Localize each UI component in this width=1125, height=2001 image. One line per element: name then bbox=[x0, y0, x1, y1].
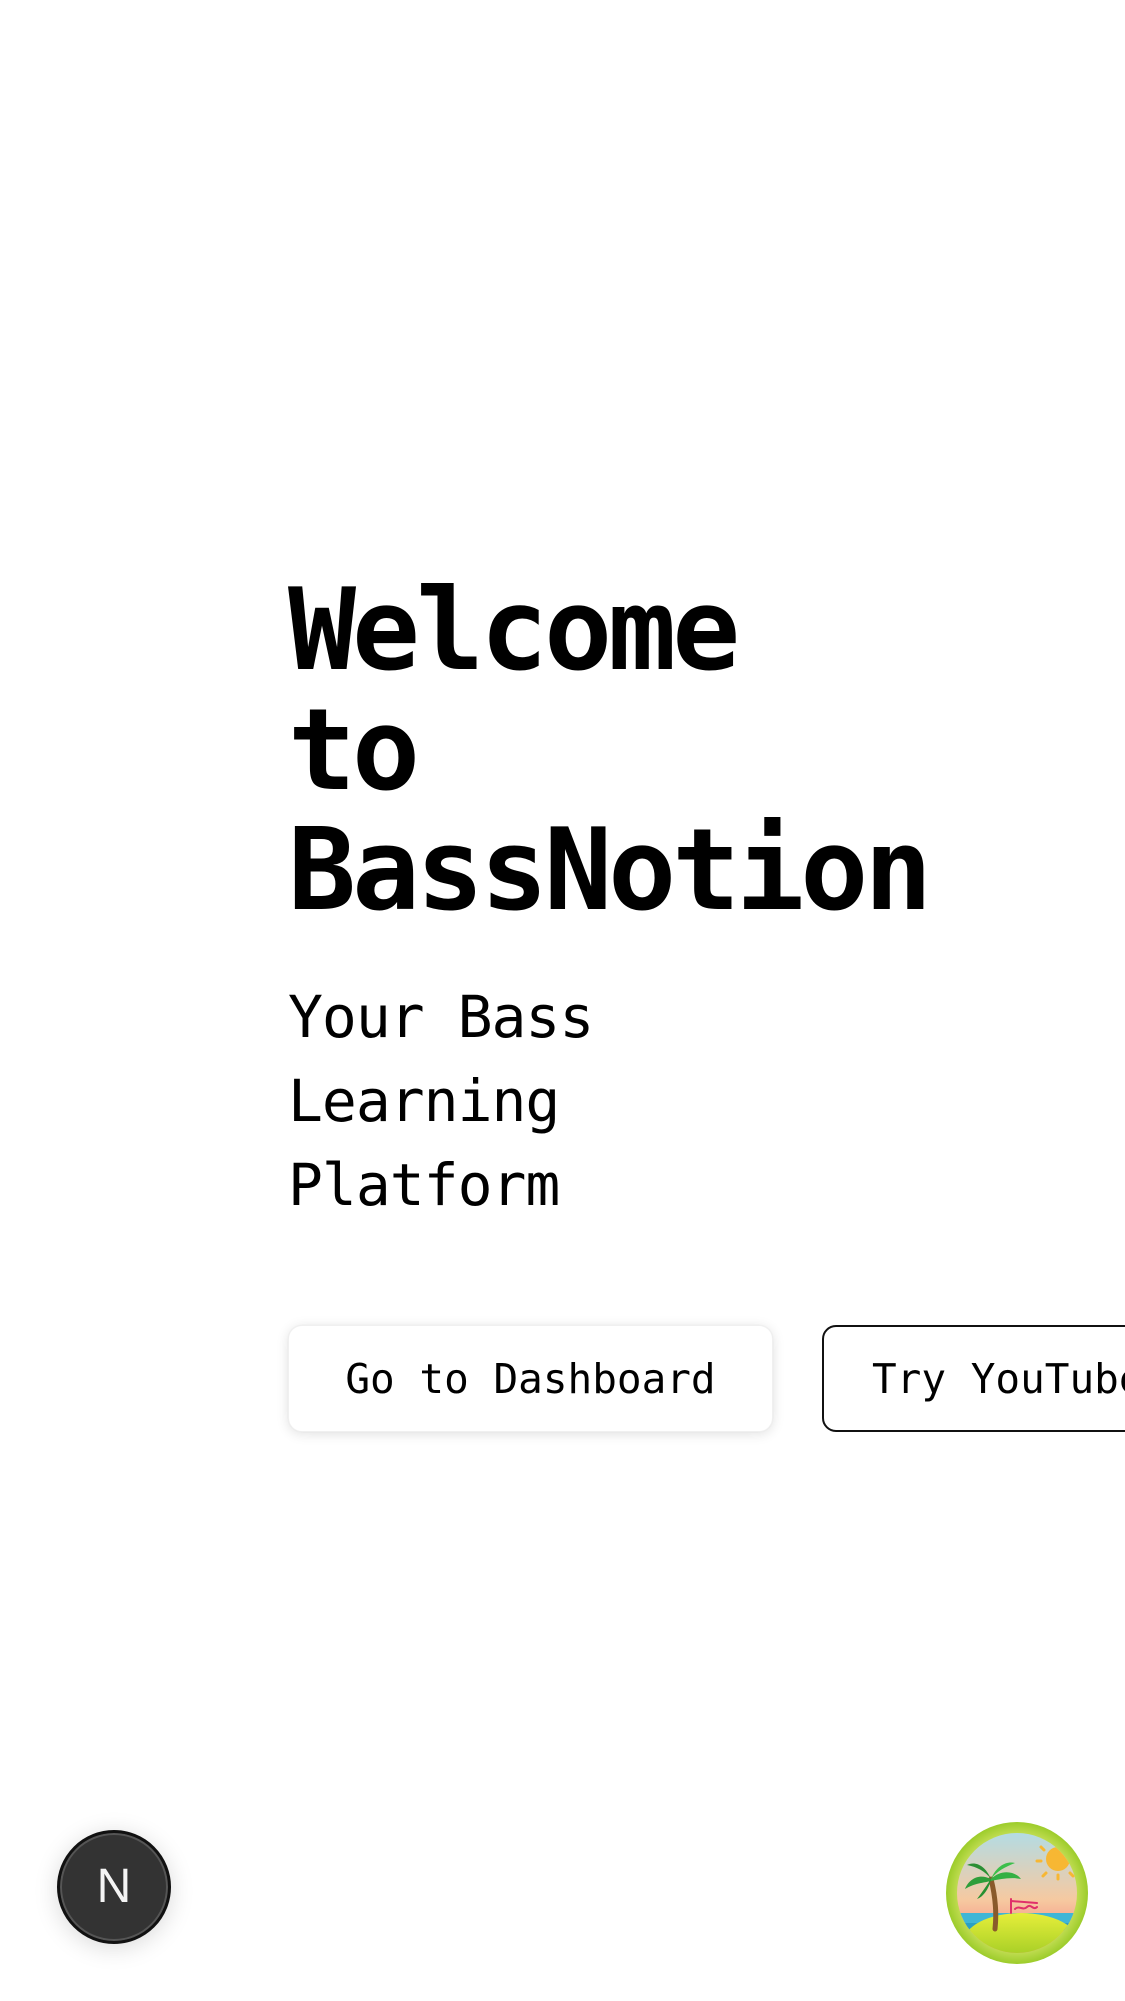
try-youtube-button[interactable]: Try YouTube bbox=[822, 1325, 1125, 1432]
subtitle-line: Learning bbox=[288, 1067, 560, 1135]
title-line: Welcome bbox=[288, 564, 740, 696]
page-title: Welcome to BassNotion bbox=[288, 570, 1008, 930]
nextjs-dev-tools-button[interactable]: N bbox=[57, 1830, 171, 1944]
title-line: BassNotion bbox=[288, 804, 932, 936]
landing-page: Welcome to BassNotion Your Bass Learning… bbox=[0, 0, 1125, 2001]
hero-actions: Go to Dashboard Try YouTube bbox=[288, 1325, 1125, 1432]
subtitle-line: Platform bbox=[288, 1151, 560, 1219]
dashboard-button-label: Go to Dashboard bbox=[345, 1354, 716, 1403]
subtitle-line: Your Bass bbox=[288, 983, 594, 1051]
go-to-dashboard-button[interactable]: Go to Dashboard bbox=[288, 1325, 773, 1432]
page-subtitle: Your Bass Learning Platform bbox=[288, 975, 1125, 1227]
tropical-island-icon bbox=[946, 1822, 1088, 1964]
title-line: to bbox=[288, 684, 420, 816]
youtube-button-label: Try YouTube bbox=[872, 1354, 1125, 1403]
nextjs-logo-icon: N bbox=[96, 1860, 132, 1913]
hero-section: Welcome to BassNotion Your Bass Learning… bbox=[288, 570, 1125, 1227]
tropical-island-button[interactable] bbox=[945, 1821, 1089, 1965]
